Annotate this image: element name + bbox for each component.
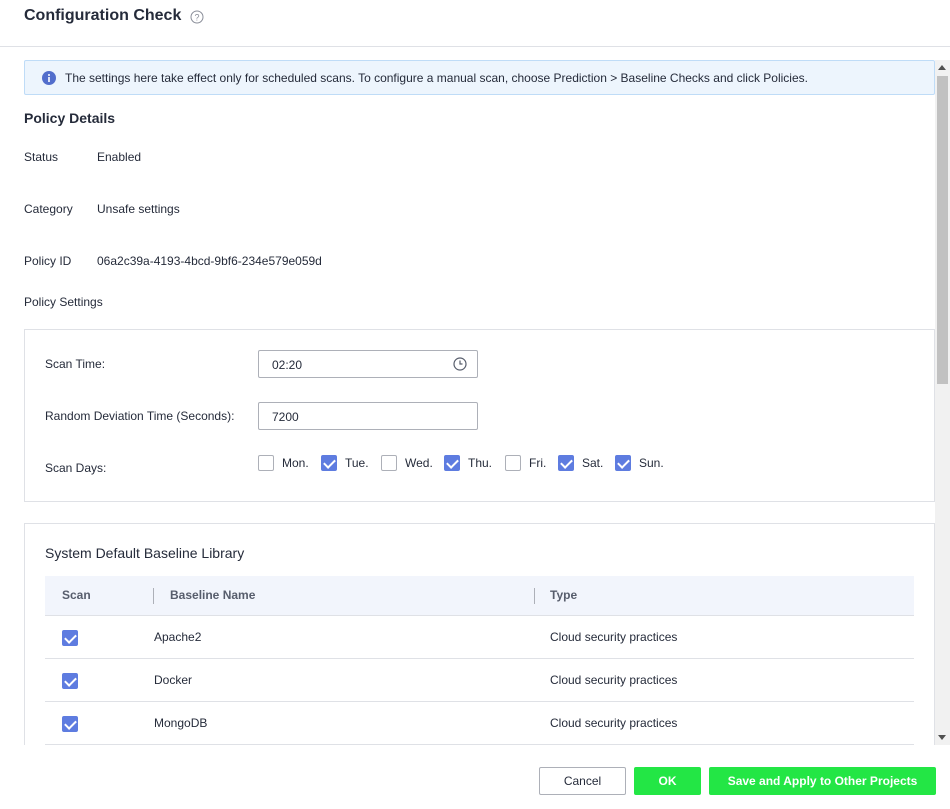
category-label: Category xyxy=(24,202,73,216)
day-option-mon[interactable]: Mon. xyxy=(258,455,309,471)
scroll-down-arrow-icon[interactable] xyxy=(938,735,946,740)
info-icon xyxy=(42,71,56,85)
column-header-type: Type xyxy=(550,588,578,602)
scroll-thumb[interactable] xyxy=(937,76,948,384)
baseline-name-cell: Apache2 xyxy=(154,630,202,644)
policy-settings-title: Policy Settings xyxy=(24,295,103,309)
checkbox[interactable] xyxy=(558,455,574,471)
checkbox[interactable] xyxy=(505,455,521,471)
checkbox[interactable] xyxy=(321,455,337,471)
dialog-footer: Cancel OK Save and Apply to Other Projec… xyxy=(0,745,950,809)
baseline-name-cell: Docker xyxy=(154,673,193,687)
vertical-scrollbar[interactable] xyxy=(935,60,950,745)
day-label: Sat. xyxy=(582,456,604,470)
clock-icon[interactable] xyxy=(453,357,467,371)
day-label: Tue. xyxy=(345,456,369,470)
baseline-library-panel: System Default Baseline Library Scan Bas… xyxy=(24,523,935,745)
checkbox[interactable] xyxy=(444,455,460,471)
info-notice: The settings here take effect only for s… xyxy=(24,60,935,95)
scan-time-label: Scan Time: xyxy=(45,357,106,371)
dialog-body: The settings here take effect only for s… xyxy=(0,47,950,745)
checkbox[interactable] xyxy=(258,455,274,471)
row-checkbox[interactable] xyxy=(62,630,78,646)
row-checkbox[interactable] xyxy=(62,673,78,689)
policy-id-value: 06a2c39a-4193-4bcd-9bf6-234e579e059d xyxy=(97,254,322,268)
deviation-value: 7200 xyxy=(272,410,299,424)
category-value: Unsafe settings xyxy=(97,202,180,216)
checkbox[interactable] xyxy=(615,455,631,471)
save-and-apply-button[interactable]: Save and Apply to Other Projects xyxy=(709,767,936,795)
status-value: Enabled xyxy=(97,150,142,164)
type-cell: Cloud security practices xyxy=(550,716,678,730)
type-cell: Cloud security practices xyxy=(550,630,678,644)
help-icon[interactable]: ? xyxy=(190,10,204,24)
table-row: Apache2 Cloud security practices xyxy=(45,616,914,659)
table-row: MongoDB Cloud security practices xyxy=(45,702,914,745)
deviation-label: Random Deviation Time (Seconds): xyxy=(45,409,235,423)
scroll-up-arrow-icon[interactable] xyxy=(938,65,946,70)
policy-settings-panel: Scan Time: 02:20 Random Deviation Time (… xyxy=(24,329,935,502)
status-label: Status xyxy=(24,150,59,164)
column-divider[interactable] xyxy=(153,588,154,604)
dialog-header: Configuration Check ? xyxy=(0,0,950,47)
page-title: Configuration Check xyxy=(24,7,182,24)
column-divider[interactable] xyxy=(534,588,535,604)
policy-details-title: Policy Details xyxy=(24,110,116,126)
type-cell: Cloud security practices xyxy=(550,673,678,687)
library-title: System Default Baseline Library xyxy=(45,545,245,561)
deviation-input[interactable]: 7200 xyxy=(258,402,478,430)
day-label: Thu. xyxy=(468,456,493,470)
day-label: Sun. xyxy=(639,456,664,470)
checkbox[interactable] xyxy=(381,455,397,471)
day-option-thu[interactable]: Thu. xyxy=(444,455,492,471)
scan-days-label: Scan Days: xyxy=(45,461,107,475)
column-header-scan: Scan xyxy=(62,588,91,602)
day-option-fri[interactable]: Fri. xyxy=(505,455,546,471)
day-option-sun[interactable]: Sun. xyxy=(615,455,664,471)
policy-id-label: Policy ID xyxy=(24,254,72,268)
svg-text:?: ? xyxy=(194,13,199,23)
table-header: Scan Baseline Name Type xyxy=(45,576,914,616)
column-header-baseline-name: Baseline Name xyxy=(170,588,256,602)
table-row: Docker Cloud security practices xyxy=(45,659,914,702)
day-label: Wed. xyxy=(405,456,433,470)
notice-text: The settings here take effect only for s… xyxy=(65,71,808,85)
day-option-sat[interactable]: Sat. xyxy=(558,455,603,471)
day-option-wed[interactable]: Wed. xyxy=(381,455,433,471)
baseline-name-cell: MongoDB xyxy=(154,716,208,730)
day-label: Fri. xyxy=(529,456,547,470)
day-option-tue[interactable]: Tue. xyxy=(321,455,369,471)
baseline-table: Scan Baseline Name Type Apache2 Cloud se… xyxy=(45,576,914,745)
scan-time-value: 02:20 xyxy=(272,358,303,372)
ok-button[interactable]: OK xyxy=(634,767,701,795)
day-label: Mon. xyxy=(282,456,309,470)
cancel-button[interactable]: Cancel xyxy=(539,767,626,795)
scan-time-picker[interactable]: 02:20 xyxy=(258,350,478,378)
row-checkbox[interactable] xyxy=(62,716,78,732)
